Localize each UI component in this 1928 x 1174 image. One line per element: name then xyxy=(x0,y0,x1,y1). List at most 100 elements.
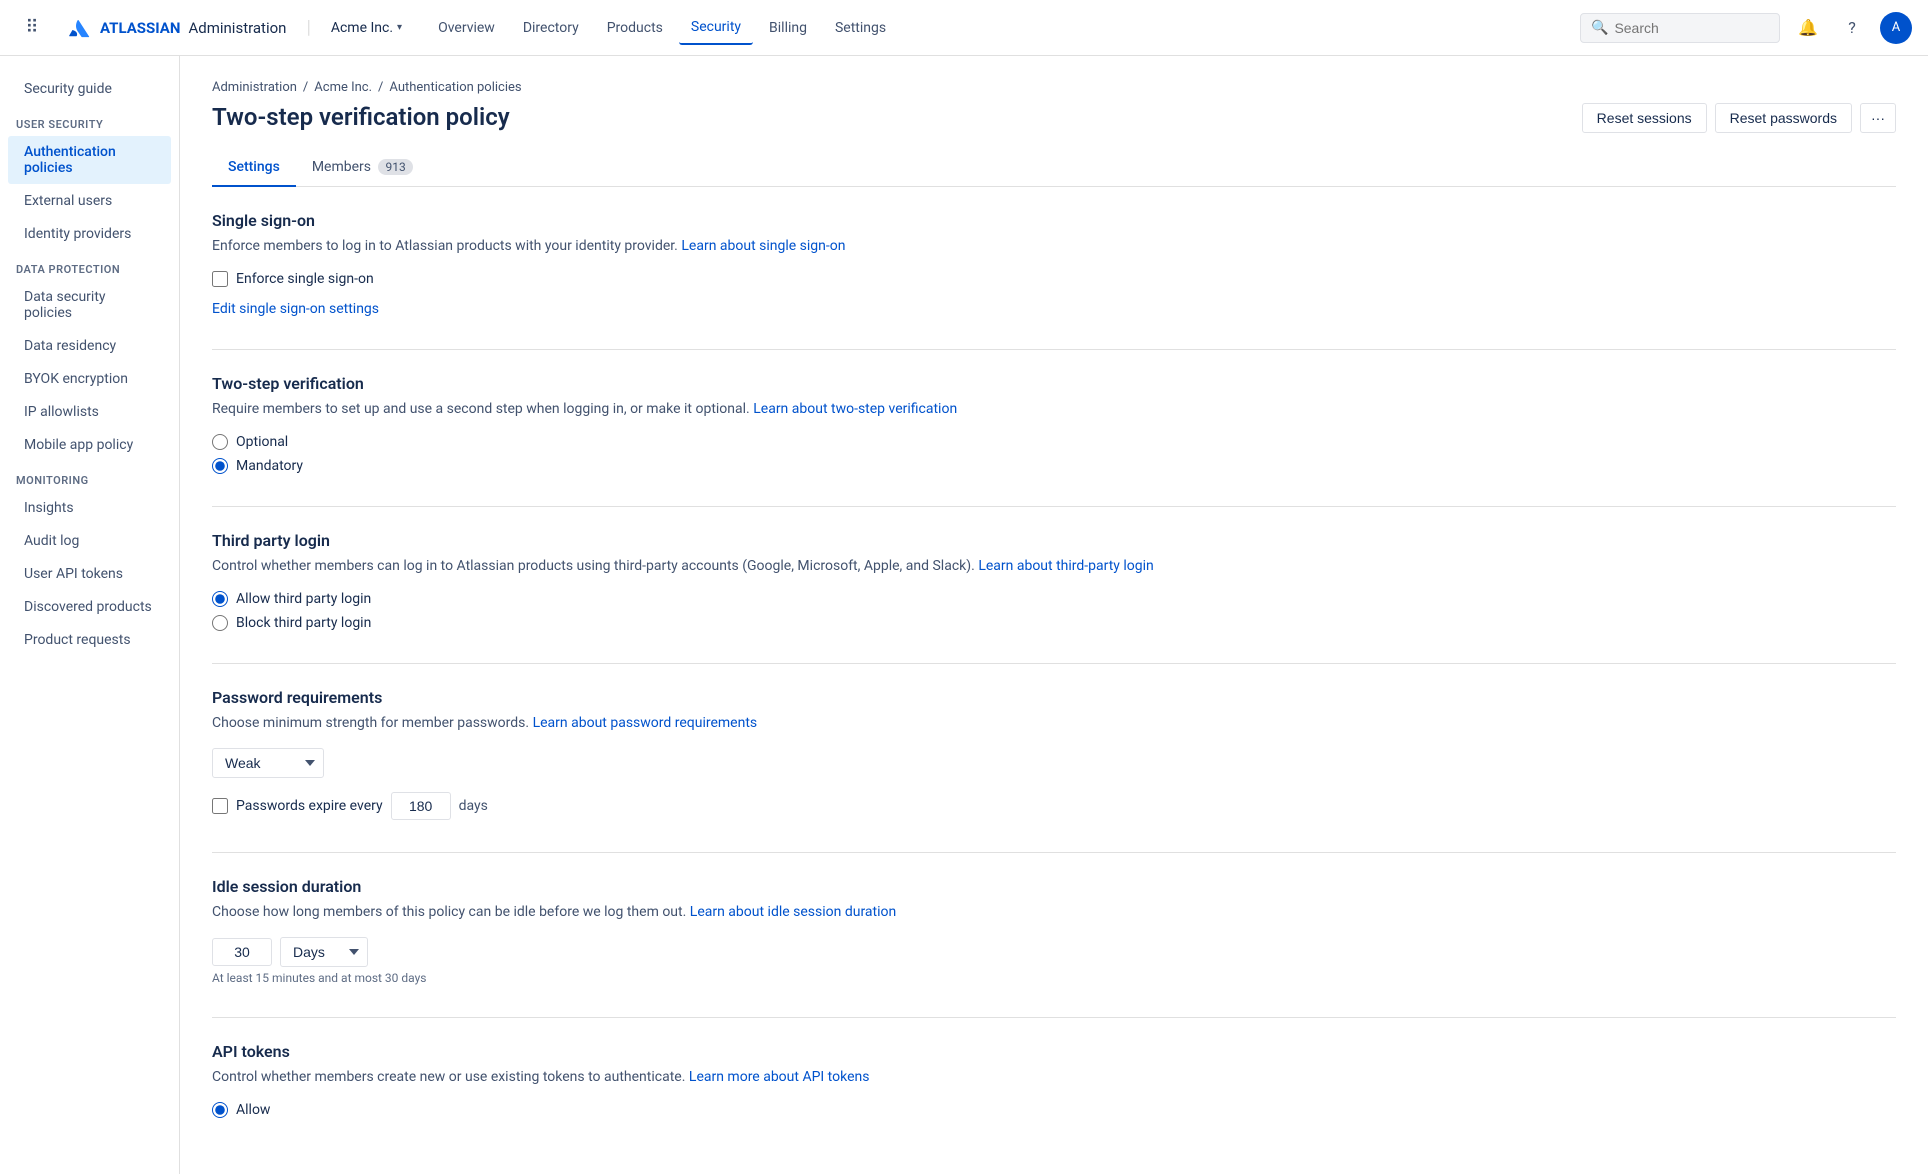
breadcrumb-administration[interactable]: Administration xyxy=(212,80,297,95)
page-layout: Security guide USER SECURITY Authenticat… xyxy=(0,56,1928,1174)
two-step-optional-radio[interactable] xyxy=(212,434,228,450)
nav-products[interactable]: Products xyxy=(595,12,675,44)
sidebar-item-security-guide[interactable]: Security guide xyxy=(8,73,171,105)
sidebar-item-ip-allowlists[interactable]: IP allowlists xyxy=(8,396,171,428)
password-strength-select[interactable]: Weak Fair Strong Very Strong xyxy=(212,748,324,778)
top-nav: ⠿ ATLASSIAN Administration | Acme Inc. ▾… xyxy=(0,0,1928,56)
two-step-mandatory-row: Mandatory xyxy=(212,458,1896,474)
block-third-party-row: Block third party login xyxy=(212,615,1896,631)
org-selector[interactable]: Acme Inc. ▾ xyxy=(331,20,402,36)
nav-billing[interactable]: Billing xyxy=(757,12,819,44)
allow-third-party-row: Allow third party login xyxy=(212,591,1896,607)
breadcrumb-sep-1: / xyxy=(303,80,308,95)
password-title: Password requirements xyxy=(212,688,1896,707)
help-button[interactable]: ? xyxy=(1836,12,1868,44)
expire-days-input[interactable] xyxy=(391,792,451,820)
tab-members[interactable]: Members 913 xyxy=(296,149,429,187)
breadcrumb-auth-policies[interactable]: Authentication policies xyxy=(389,80,521,95)
sidebar-item-user-api-tokens[interactable]: User API tokens xyxy=(8,558,171,590)
sidebar-item-authentication-policies[interactable]: Authentication policies xyxy=(8,136,171,184)
breadcrumb-sep-2: / xyxy=(378,80,383,95)
tab-settings[interactable]: Settings xyxy=(212,149,296,187)
page-header: Two-step verification policy Reset sessi… xyxy=(212,103,1896,133)
expire-passwords-label[interactable]: Passwords expire every xyxy=(236,798,383,814)
section-password: Password requirements Choose minimum str… xyxy=(212,688,1896,820)
idle-session-value-input[interactable] xyxy=(212,938,272,966)
search-input[interactable] xyxy=(1614,20,1764,36)
main-content: Administration / Acme Inc. / Authenticat… xyxy=(180,56,1928,1174)
api-allow-row: Allow xyxy=(212,1102,1896,1118)
sidebar-item-audit-log[interactable]: Audit log xyxy=(8,525,171,557)
allow-third-party-label[interactable]: Allow third party login xyxy=(236,591,371,607)
page-title: Two-step verification policy xyxy=(212,103,510,131)
sidebar-item-data-security-policies[interactable]: Data security policies xyxy=(8,281,171,329)
expire-passwords-row: Passwords expire every days xyxy=(212,792,1896,820)
edit-sso-link[interactable]: Edit single sign-on settings xyxy=(212,301,379,317)
sidebar-item-byok-encryption[interactable]: BYOK encryption xyxy=(8,363,171,395)
allow-third-party-radio[interactable] xyxy=(212,591,228,607)
nav-separator: | xyxy=(306,17,310,38)
third-party-description: Control whether members can log in to At… xyxy=(212,556,1896,577)
avatar[interactable]: A xyxy=(1880,12,1912,44)
search-box[interactable]: 🔍 xyxy=(1580,13,1780,43)
nav-directory[interactable]: Directory xyxy=(511,12,591,44)
nav-settings[interactable]: Settings xyxy=(823,12,898,44)
more-actions-button[interactable]: ··· xyxy=(1860,103,1896,133)
sidebar: Security guide USER SECURITY Authenticat… xyxy=(0,56,180,1174)
divider-2 xyxy=(212,506,1896,507)
sidebar-item-product-requests[interactable]: Product requests xyxy=(8,624,171,656)
breadcrumb: Administration / Acme Inc. / Authenticat… xyxy=(212,80,1896,95)
idle-session-unit-select[interactable]: Minutes Hours Days xyxy=(280,937,368,967)
block-third-party-radio[interactable] xyxy=(212,615,228,631)
two-step-options: Optional Mandatory xyxy=(212,434,1896,474)
api-tokens-learn-link[interactable]: Learn more about API tokens xyxy=(689,1069,870,1085)
sidebar-item-external-users[interactable]: External users xyxy=(8,185,171,217)
two-step-learn-link[interactable]: Learn about two-step verification xyxy=(753,401,957,417)
password-learn-link[interactable]: Learn about password requirements xyxy=(533,715,758,731)
block-third-party-label[interactable]: Block third party login xyxy=(236,615,371,631)
reset-passwords-button[interactable]: Reset passwords xyxy=(1715,103,1852,133)
two-step-mandatory-label[interactable]: Mandatory xyxy=(236,458,303,474)
nav-links: Overview Directory Products Security Bil… xyxy=(426,11,898,45)
search-icon: 🔍 xyxy=(1591,20,1608,36)
api-tokens-options: Allow xyxy=(212,1102,1896,1118)
breadcrumb-acme[interactable]: Acme Inc. xyxy=(314,80,372,95)
divider-4 xyxy=(212,852,1896,853)
sso-description: Enforce members to log in to Atlassian p… xyxy=(212,236,1896,257)
enforce-sso-label[interactable]: Enforce single sign-on xyxy=(236,271,374,287)
idle-session-controls: Minutes Hours Days xyxy=(212,937,1896,967)
app-logo[interactable]: ATLASSIAN Administration xyxy=(64,14,286,42)
nav-overview[interactable]: Overview xyxy=(426,12,507,44)
days-label: days xyxy=(459,798,488,814)
atlassian-logo xyxy=(64,14,92,42)
section-sso: Single sign-on Enforce members to log in… xyxy=(212,211,1896,317)
api-allow-label[interactable]: Allow xyxy=(236,1102,270,1118)
grid-icon[interactable]: ⠿ xyxy=(16,12,48,44)
sidebar-item-data-residency[interactable]: Data residency xyxy=(8,330,171,362)
atlassian-text: ATLASSIAN xyxy=(100,19,180,37)
enforce-sso-row: Enforce single sign-on xyxy=(212,271,1896,287)
third-party-options: Allow third party login Block third part… xyxy=(212,591,1896,631)
idle-session-learn-link[interactable]: Learn about idle session duration xyxy=(690,904,896,920)
expire-passwords-checkbox[interactable] xyxy=(212,798,228,814)
idle-session-title: Idle session duration xyxy=(212,877,1896,896)
org-name: Acme Inc. xyxy=(331,20,393,36)
sidebar-section-monitoring: MONITORING xyxy=(0,462,179,491)
reset-sessions-button[interactable]: Reset sessions xyxy=(1582,103,1707,133)
password-strength-wrapper: Weak Fair Strong Very Strong xyxy=(212,748,1896,778)
sidebar-item-identity-providers[interactable]: Identity providers xyxy=(8,218,171,250)
two-step-optional-label[interactable]: Optional xyxy=(236,434,288,450)
notifications-button[interactable]: 🔔 xyxy=(1792,12,1824,44)
api-tokens-description: Control whether members create new or us… xyxy=(212,1067,1896,1088)
sso-learn-link[interactable]: Learn about single sign-on xyxy=(681,238,845,254)
admin-text: Administration xyxy=(188,19,286,37)
sidebar-item-discovered-products[interactable]: Discovered products xyxy=(8,591,171,623)
third-party-learn-link[interactable]: Learn about third-party login xyxy=(978,558,1153,574)
two-step-mandatory-radio[interactable] xyxy=(212,458,228,474)
enforce-sso-checkbox[interactable] xyxy=(212,271,228,287)
nav-security[interactable]: Security xyxy=(679,11,753,45)
api-allow-radio[interactable] xyxy=(212,1102,228,1118)
sidebar-item-insights[interactable]: Insights xyxy=(8,492,171,524)
sidebar-section-user-security: USER SECURITY xyxy=(0,106,179,135)
sidebar-item-mobile-app-policy[interactable]: Mobile app policy xyxy=(8,429,171,461)
